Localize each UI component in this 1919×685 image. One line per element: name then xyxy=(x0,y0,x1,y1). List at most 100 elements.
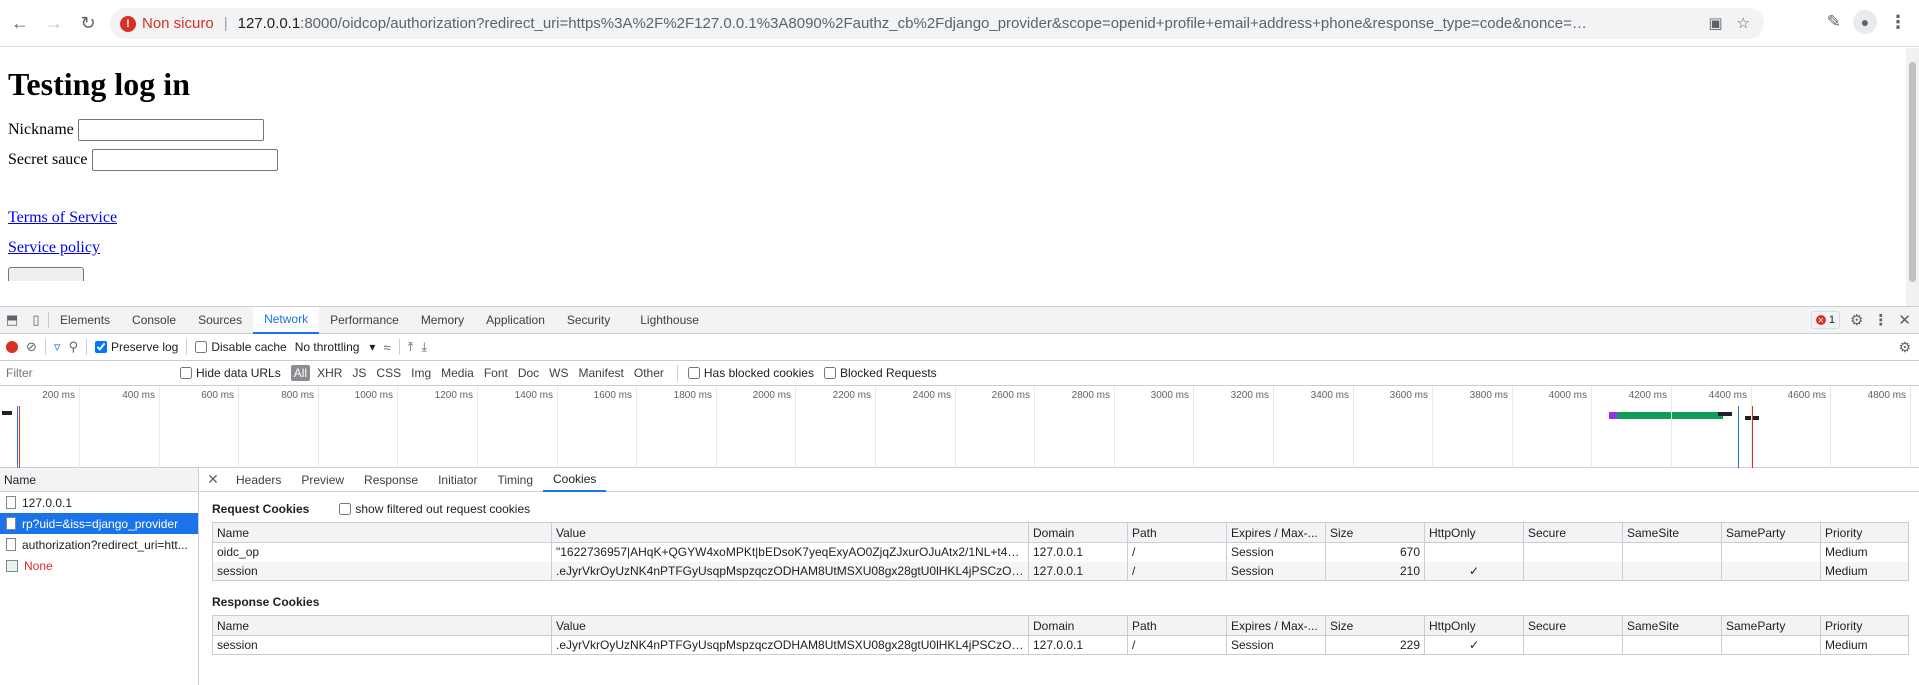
close-devtools-icon[interactable]: ✕ xyxy=(1898,311,1911,329)
secret-input[interactable] xyxy=(91,149,278,171)
preserve-log-checkbox-input[interactable] xyxy=(94,341,107,353)
tab-preview[interactable]: Preview xyxy=(291,468,354,492)
service-policy-link[interactable]: Service policy xyxy=(8,239,1906,257)
filter-type-xhr[interactable]: XHR xyxy=(314,365,345,381)
tab-network[interactable]: Network xyxy=(253,306,320,334)
filter-type-css[interactable]: CSS xyxy=(373,365,404,381)
filter-type-media[interactable]: Media xyxy=(438,365,477,381)
table-row[interactable]: session .eJyrVkrOyUzNK4nPTFGyUsqpMspzqczO… xyxy=(212,635,1909,655)
translate-icon[interactable]: ▣ xyxy=(1708,14,1722,32)
filter-type-manifest[interactable]: Manifest xyxy=(576,365,627,381)
column-header-domain[interactable]: Domain xyxy=(1028,615,1128,636)
network-settings-gear-icon[interactable]: ⚙ xyxy=(1898,339,1911,356)
filter-type-doc[interactable]: Doc xyxy=(515,365,542,381)
record-icon[interactable] xyxy=(6,341,18,353)
close-details-icon[interactable]: ✕ xyxy=(200,471,226,488)
profile-avatar-icon[interactable]: ● xyxy=(1853,10,1877,34)
tab-response[interactable]: Response xyxy=(354,468,428,492)
tab-console[interactable]: Console xyxy=(121,307,187,334)
column-header-priority[interactable]: Priority xyxy=(1820,522,1909,543)
page-scrollbar[interactable] xyxy=(1906,48,1919,306)
forward-arrow-icon[interactable]: → xyxy=(40,9,68,37)
column-header-size[interactable]: Size xyxy=(1325,522,1425,543)
tab-sources[interactable]: Sources xyxy=(187,307,253,334)
hide-data-urls-checkbox[interactable]: Hide data URLs xyxy=(180,366,281,380)
address-bar[interactable]: ! Non sicuro | 127.0.0.1 :8000/oidcop/au… xyxy=(110,8,1764,39)
table-row[interactable]: oidc_op "1622736957|AHqK+QGYW4xoMPKt|bEDs… xyxy=(212,542,1909,562)
import-har-icon[interactable]: ⤒ xyxy=(408,339,414,355)
tab-application[interactable]: Application xyxy=(475,307,556,334)
filter-input[interactable] xyxy=(4,363,170,383)
blocked-requests-checkbox-input[interactable] xyxy=(823,367,836,379)
reload-icon[interactable]: ↻ xyxy=(74,9,102,37)
has-blocked-cookies-checkbox[interactable]: Has blocked cookies xyxy=(687,366,814,380)
column-header-secure[interactable]: Secure xyxy=(1523,615,1623,636)
tab-performance[interactable]: Performance xyxy=(319,307,410,334)
inspect-element-icon[interactable]: ⬒ xyxy=(0,307,24,334)
tab-security[interactable]: Security xyxy=(556,307,621,334)
nickname-input[interactable] xyxy=(77,119,264,141)
network-conditions-wifi-icon[interactable]: ≈ xyxy=(383,340,390,355)
request-item[interactable]: 127.0.0.1 xyxy=(0,492,198,513)
column-header-path[interactable]: Path xyxy=(1127,615,1227,636)
page-scrollbar-thumb[interactable] xyxy=(1909,62,1916,282)
table-row[interactable]: session .eJyrVkrOyUzNK4nPTFGyUsqpMspzqczO… xyxy=(212,561,1909,581)
disable-cache-checkbox[interactable]: Disable cache xyxy=(195,340,287,354)
column-header-sameparty[interactable]: SameParty xyxy=(1721,615,1821,636)
has-blocked-cookies-checkbox-input[interactable] xyxy=(687,367,700,379)
settings-gear-icon[interactable]: ⚙ xyxy=(1850,311,1863,329)
request-item[interactable]: rp?uid=&iss=django_provider xyxy=(0,513,198,534)
column-header-httponly[interactable]: HttpOnly xyxy=(1424,615,1524,636)
column-header-value[interactable]: Value xyxy=(551,615,1029,636)
column-header-samesite[interactable]: SameSite xyxy=(1622,522,1722,543)
column-header-size[interactable]: Size xyxy=(1325,615,1425,636)
filter-type-other[interactable]: Other xyxy=(631,365,667,381)
network-timeline-overview[interactable]: 200 ms 400 ms 600 ms 800 ms 1000 ms 1200 ms 14… xyxy=(0,386,1919,468)
column-header-samesite[interactable]: SameSite xyxy=(1622,615,1722,636)
preserve-log-checkbox[interactable]: Preserve log xyxy=(94,340,178,354)
filter-funnel-icon[interactable]: ▿ xyxy=(54,339,61,355)
export-har-icon[interactable]: ⤓ xyxy=(421,339,427,355)
column-header-value[interactable]: Value xyxy=(551,522,1029,543)
column-header-secure[interactable]: Secure xyxy=(1523,522,1623,543)
disable-cache-checkbox-input[interactable] xyxy=(195,341,208,353)
security-label[interactable]: Non sicuro xyxy=(142,15,214,32)
column-header-sameparty[interactable]: SameParty xyxy=(1721,522,1821,543)
show-filtered-cookies-checkbox[interactable]: show filtered out request cookies xyxy=(339,502,530,516)
tab-initiator[interactable]: Initiator xyxy=(428,468,487,492)
bookmark-star-icon[interactable]: ☆ xyxy=(1737,14,1750,32)
throttling-select[interactable]: No throttling ▾ xyxy=(295,340,376,354)
extensions-puzzle-icon[interactable]: ✎ xyxy=(1827,12,1841,32)
devtools-menu-icon[interactable]: ⋮ xyxy=(1873,311,1888,329)
filter-type-all[interactable]: All xyxy=(290,365,311,381)
error-count-badge[interactable]: ✕ 1 xyxy=(1810,311,1840,329)
show-filtered-cookies-checkbox-input[interactable] xyxy=(339,503,352,515)
request-item[interactable]: None xyxy=(0,555,198,576)
column-header-name[interactable]: Name xyxy=(212,615,552,636)
back-arrow-icon[interactable]: ← xyxy=(6,9,34,37)
filter-type-ws[interactable]: WS xyxy=(546,365,571,381)
browser-menu-icon[interactable]: ⋮ xyxy=(1889,12,1907,33)
column-header-priority[interactable]: Priority xyxy=(1820,615,1909,636)
column-header-domain[interactable]: Domain xyxy=(1028,522,1128,543)
column-header-expires[interactable]: Expires / Max-... xyxy=(1226,522,1326,543)
filter-type-img[interactable]: Img xyxy=(408,365,434,381)
tab-headers[interactable]: Headers xyxy=(226,468,291,492)
search-icon[interactable]: ⚲ xyxy=(68,339,78,355)
request-list-header[interactable]: Name xyxy=(0,468,198,492)
column-header-path[interactable]: Path xyxy=(1127,522,1227,543)
column-header-name[interactable]: Name xyxy=(212,522,552,543)
submit-button[interactable] xyxy=(8,267,84,281)
column-header-httponly[interactable]: HttpOnly xyxy=(1424,522,1524,543)
filter-type-js[interactable]: JS xyxy=(349,365,369,381)
tab-timing[interactable]: Timing xyxy=(487,468,543,492)
tab-elements[interactable]: Elements xyxy=(49,307,121,334)
tab-memory[interactable]: Memory xyxy=(410,307,475,334)
terms-of-service-link[interactable]: Terms of Service xyxy=(8,209,1906,227)
tab-lighthouse[interactable]: Lighthouse xyxy=(629,307,710,334)
hide-data-urls-checkbox-input[interactable] xyxy=(180,367,192,379)
filter-type-font[interactable]: Font xyxy=(481,365,511,381)
request-item[interactable]: authorization?redirect_uri=htt... xyxy=(0,534,198,555)
column-header-expires[interactable]: Expires / Max-... xyxy=(1226,615,1326,636)
tab-cookies[interactable]: Cookies xyxy=(543,468,607,492)
